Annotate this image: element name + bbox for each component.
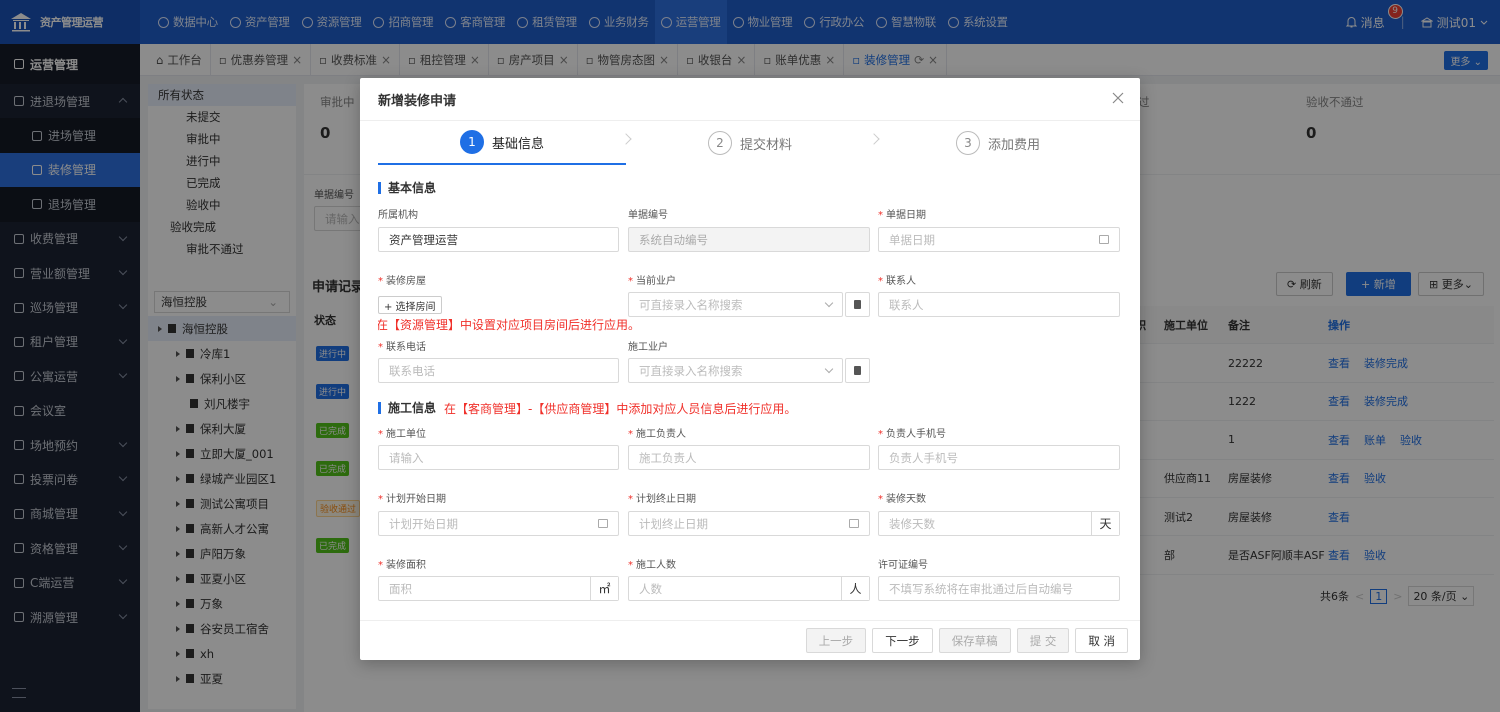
new-renovation-dialog: 新增装修申请 1 基础信息 2 提交材料 3 添加费用 基本信息 所属机构 资产管理运营 … [360,78,1140,660]
tenant-label: * 当前业户 [628,276,676,287]
chevron-down-icon [824,298,834,308]
area-input[interactable]: 面积㎡ [378,576,619,601]
workers-label: * 施工人数 [628,560,676,571]
phone-input[interactable]: 联系电话 [378,358,619,383]
next-step-button[interactable]: 下一步 [872,628,933,653]
tenant-picker-icon[interactable] [845,292,870,317]
days-label: * 装修天数 [878,494,926,505]
leader-phone-input[interactable]: 负责人手机号 [878,445,1120,470]
prev-step-button[interactable]: 上一步 [805,628,867,653]
leader-phone-label: * 负责人手机号 [878,429,946,440]
leader-input[interactable]: 施工负责人 [628,445,870,470]
step-number: 2 [707,131,732,155]
select-room-button[interactable]: + 选择房间 [378,296,442,314]
cancel-button[interactable]: 取 消 [1075,628,1128,653]
step-1[interactable]: 1 基础信息 [378,121,632,165]
docno-input: 系统自动编号 [628,227,870,252]
step-3[interactable]: 3 添加费用 [874,121,1122,165]
contact-input[interactable]: 联系人 [878,292,1120,317]
step-label: 提交材料 [739,137,792,153]
builder-select[interactable]: 可直接录入名称搜索 [628,358,843,383]
leader-label: * 施工负责人 [628,429,686,440]
calendar-icon [598,519,608,528]
start-date-input[interactable]: 计划开始日期 [378,511,619,536]
end-date-label: * 计划终止日期 [628,494,696,505]
chevron-down-icon [824,364,834,374]
area-unit: ㎡ [590,577,618,600]
contact-label: * 联系人 [878,276,916,287]
save-draft-button[interactable]: 保存草稿 [938,628,1011,653]
phone-label: * 联系电话 [378,342,426,353]
room-setup-note: 在【资源管理】中设置对应项目房间后进行应用。 [378,318,641,332]
submit-button[interactable]: 提 交 [1016,628,1070,653]
days-unit: 天 [1091,512,1119,535]
form-body: 基本信息 所属机构 资产管理运营 单据编号 系统自动编号 * 单据日期 单据日期 … [378,174,1122,618]
step-indicator: 1 基础信息 2 提交材料 3 添加费用 [378,121,1122,165]
house-label: * 装修房屋 [378,276,426,287]
dialog-title: 新增装修申请 [360,78,1140,121]
start-date-label: * 计划开始日期 [378,494,446,505]
area-label: * 装修面积 [378,560,426,571]
calendar-icon [1099,235,1109,244]
permit-label: 许可证编号 [878,560,928,571]
workers-unit: 人 [841,577,869,600]
step-label: 基础信息 [491,136,544,152]
section-construction-info: 施工信息 [378,402,436,414]
section-basic-info: 基本信息 [378,182,436,194]
permit-input[interactable]: 不填写系统将在审批通过后自动编号 [878,576,1120,601]
calendar-icon [849,519,859,528]
org-label: 所属机构 [378,210,418,221]
builder-label: 施工业户 [628,342,668,353]
step-number: 1 [459,130,484,154]
org-input[interactable]: 资产管理运营 [378,227,619,252]
step-label: 添加费用 [987,137,1040,153]
close-icon[interactable] [1112,92,1124,104]
supplier-setup-note: 在【客商管理】-【供应商管理】中添加对应人员信息后进行应用。 [444,402,797,416]
date-label: * 单据日期 [878,210,926,221]
step-2[interactable]: 2 提交材料 [626,121,880,165]
workers-input[interactable]: 人数人 [628,576,870,601]
tenant-select[interactable]: 可直接录入名称搜索 [628,292,843,317]
step-number: 3 [955,131,980,155]
date-input[interactable]: 单据日期 [878,227,1120,252]
dialog-footer: 上一步 下一步 保存草稿 提 交 取 消 [360,620,1140,660]
construction-unit-input[interactable]: 请输入 [378,445,619,470]
docno-label: 单据编号 [628,210,668,221]
days-input[interactable]: 装修天数天 [878,511,1120,536]
builder-picker-icon[interactable] [845,358,870,383]
end-date-input[interactable]: 计划终止日期 [628,511,870,536]
unit-label: * 施工单位 [378,429,426,440]
